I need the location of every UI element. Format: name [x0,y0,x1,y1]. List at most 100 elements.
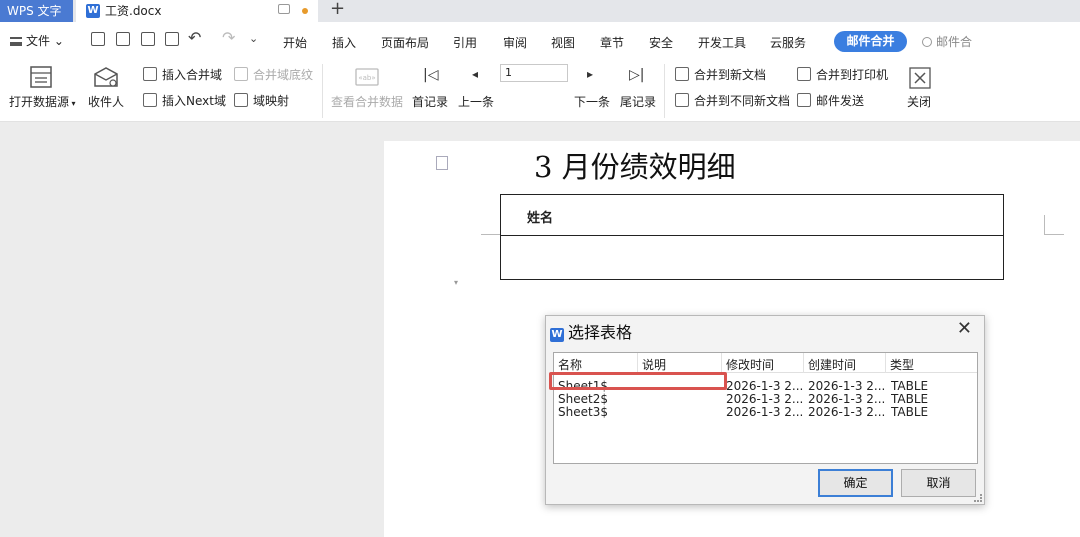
paragraph-handle-icon[interactable] [436,156,448,170]
chevron-down-icon: ⌄ [53,34,64,48]
tab-mail-merge[interactable]: 邮件合并 [834,31,907,52]
document-table[interactable]: 姓名 [500,194,1004,280]
writer-doc-icon: W [550,328,564,342]
cancel-button[interactable]: 取消 [901,469,976,497]
undo-icon[interactable]: ↶ [188,28,201,47]
row-name: Sheet2$ [558,393,608,406]
mail-send-label: 邮件发送 [816,94,865,108]
mail-send-button[interactable]: 邮件发送 [797,92,864,109]
record-number-input[interactable]: 1 [500,64,568,82]
ribbon-divider [322,64,323,118]
tab-page-layout[interactable]: 页面布局 [381,34,429,51]
first-record-button[interactable]: 首记录 [412,93,448,110]
close-merge-button[interactable]: 关闭 [907,93,931,110]
next-field-icon [143,93,157,107]
tab-insert[interactable]: 插入 [332,34,356,51]
merge-to-printer-button[interactable]: 合并到打印机 [797,66,888,83]
merge-field-shading-button[interactable]: 合并域底纹 [234,66,313,83]
app-tab[interactable]: WPS 文字 [0,0,73,22]
writer-doc-icon: W [86,4,100,18]
tab-references[interactable]: 引用 [453,34,477,51]
field-mapping-icon [234,93,248,107]
insert-merge-field-label: 插入合并域 [162,68,223,82]
print-icon[interactable] [141,32,155,46]
row-name: Sheet3$ [558,406,608,419]
merge-to-new-doc-button[interactable]: 合并到新文档 [675,66,766,83]
screen-icon[interactable] [278,4,290,14]
table-header-cell: 姓名 [527,211,554,226]
next-record-button[interactable]: 下一条 [574,93,610,110]
merge-to-separate-docs-button[interactable]: 合并到不同新文档 [675,92,790,109]
file-menu[interactable]: 文件 ⌄ [10,32,64,49]
last-record-button[interactable]: 尾记录 [620,93,656,110]
recipients-icon [94,67,118,87]
tab-developer[interactable]: 开发工具 [698,34,746,51]
row-type: TABLE [891,406,929,419]
insert-field-icon [143,67,157,81]
unsaved-dot-icon [302,8,308,14]
new-tab-button[interactable]: + [330,0,345,19]
column-header-name[interactable]: 名称 [554,353,638,373]
search-icon [922,37,932,47]
close-icon[interactable]: ✕ [957,318,972,339]
merge-field-shading-label: 合并域底纹 [253,68,314,82]
table-row[interactable]: Sheet3$ 2026-1-3 2... 2026-1-3 2... TABL… [554,406,977,419]
export-pdf-icon[interactable] [116,32,130,46]
column-header-type[interactable]: 类型 [886,353,946,373]
mail-merge-ribbon: 打开数据源 ▾ 收件人 插入合并域 合并域底纹 插入Next域 域映射 «ab»… [0,58,1080,122]
margin-corner-mark [481,215,501,235]
field-mapping-label: 域映射 [253,94,290,108]
tab-review[interactable]: 审阅 [503,34,527,51]
table-row[interactable]: Sheet2$ 2026-1-3 2... 2026-1-3 2... TABL… [554,393,977,406]
row-created: 2026-1-3 2... [808,406,886,419]
tab-home[interactable]: 开始 [283,34,307,51]
tab-view[interactable]: 视图 [551,34,575,51]
new-doc-icon [675,67,689,81]
mail-icon [797,93,811,107]
redo-icon[interactable]: ↷ [222,28,235,47]
insert-merge-field-button[interactable]: 插入合并域 [143,66,222,83]
view-merged-data-button[interactable]: 查看合并数据 [331,93,403,110]
separate-docs-icon [675,93,689,107]
open-datasource-button[interactable]: 打开数据源 ▾ [9,93,76,110]
insert-next-field-label: 插入Next域 [162,94,226,108]
table-list-header: 名称 说明 修改时间 创建时间 类型 [554,353,977,373]
row-created: 2026-1-3 2... [808,380,886,393]
menu-bar: 文件 ⌄ ↶ ↷ ⌄ 开始 插入 页面布局 引用 审阅 视图 章节 安全 开发工… [0,22,1080,58]
search-box[interactable]: 邮件合 [922,33,972,50]
column-header-description[interactable]: 说明 [638,353,722,373]
previous-record-button[interactable]: 上一条 [458,93,494,110]
document-tab[interactable]: W 工资.docx [76,0,318,22]
print-preview-icon[interactable] [165,32,179,46]
table-row-divider [501,235,1003,236]
save-icon[interactable] [91,32,105,46]
resize-grip-icon[interactable] [974,494,982,502]
column-header-created[interactable]: 创建时间 [804,353,886,373]
tab-chapter[interactable]: 章节 [600,34,624,51]
insert-next-field-button[interactable]: 插入Next域 [143,92,226,109]
document-tab-label: 工资.docx [105,4,162,18]
tab-security[interactable]: 安全 [649,34,673,51]
tab-cloud[interactable]: 云服务 [770,34,806,51]
ok-button[interactable]: 确定 [818,469,893,497]
merge-to-separate-docs-label: 合并到不同新文档 [694,94,791,108]
merge-to-printer-label: 合并到打印机 [816,68,889,82]
previous-record-icon: ◂ [472,67,479,81]
table-list[interactable]: 名称 说明 修改时间 创建时间 类型 Sheet1$ 2026-1-3 2...… [553,352,978,464]
recipients-button[interactable]: 收件人 [88,93,124,110]
ribbon-divider [664,64,665,118]
open-datasource-label: 打开数据源 [9,95,70,109]
printer-icon [797,67,811,81]
hamburger-icon [10,37,22,46]
row-created: 2026-1-3 2... [808,393,886,406]
field-shading-icon [234,67,248,81]
column-header-modified[interactable]: 修改时间 [722,353,804,373]
title-bar: WPS 文字 W 工资.docx + [0,0,1080,22]
customize-chevron-icon[interactable]: ⌄ [249,32,258,45]
last-record-icon: ▷| [629,67,645,83]
document-title: 3 月份绩效明细 [534,150,736,184]
row-modified: 2026-1-3 2... [726,380,804,393]
merge-to-new-doc-label: 合并到新文档 [694,68,767,82]
field-mapping-button[interactable]: 域映射 [234,92,289,109]
selection-highlight [549,372,727,390]
